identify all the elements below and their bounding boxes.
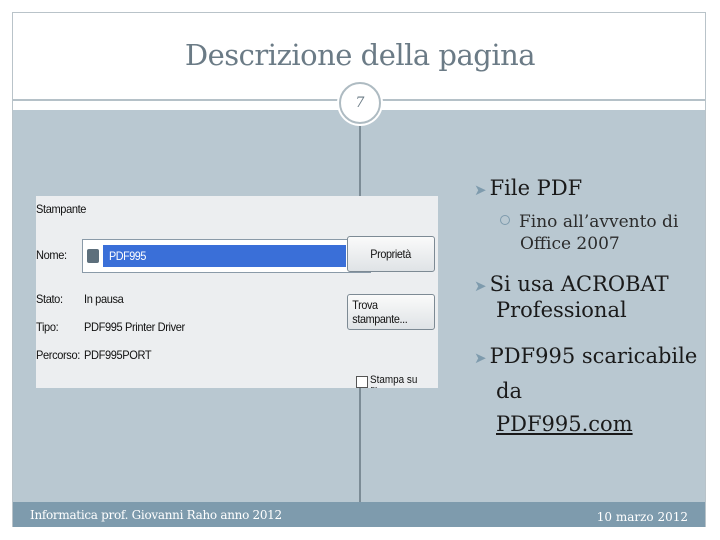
status-label: Stato:	[36, 292, 63, 306]
name-label: Nome:	[36, 248, 67, 262]
printer-select[interactable]: PDF995 ▼	[82, 239, 386, 273]
print-to-file-checkbox[interactable]	[356, 376, 368, 388]
arrow-bullet-icon: ➤	[474, 181, 487, 199]
find-printer-button-label: Trova stampante...	[352, 298, 408, 326]
bullet-text: Si usa ACROBAT Professional	[489, 272, 669, 322]
pdf995-link[interactable]: PDF995.com	[496, 412, 633, 436]
printer-select-value: PDF995	[109, 249, 146, 263]
printer-section-label: Stampante	[36, 202, 87, 216]
bullet-pdf995: ➤ PDF995 scaricabile da PDF995.com	[474, 340, 716, 441]
bullet-text: PDF995 scaricabile da	[489, 344, 698, 403]
path-label: Percorso:	[36, 348, 80, 362]
type-label: Tipo:	[36, 320, 59, 334]
properties-button[interactable]: Proprietà	[347, 236, 435, 272]
print-dialog-screenshot: Stampante Nome: PDF995 ▼ Proprietà Stato…	[36, 196, 438, 388]
bullet-acrobat: ➤ Si usa ACROBAT Professional	[474, 272, 716, 322]
circle-bullet-icon	[500, 215, 510, 225]
footer-date: 10 marzo 2012	[596, 510, 688, 524]
printer-icon	[87, 249, 99, 263]
arrow-bullet-icon: ➤	[474, 277, 487, 295]
properties-button-label: Proprietà	[370, 247, 412, 261]
find-printer-button[interactable]: Trova stampante...	[347, 294, 435, 330]
page-number-badge: 7	[339, 82, 381, 124]
print-to-file-label: Stampa su file	[370, 374, 418, 388]
page-number: 7	[355, 95, 365, 111]
bullet-file-pdf: ➤ File PDF	[474, 176, 582, 202]
type-value: PDF995 Printer Driver	[84, 320, 185, 334]
bullet-text: File PDF	[489, 176, 583, 200]
arrow-bullet-icon: ➤	[474, 349, 487, 367]
sub-bullet-text: Fino all’avvento di Office 2007	[519, 212, 679, 254]
slide-title: Descrizione della pagina	[184, 38, 536, 72]
path-value: PDF995PORT	[84, 348, 152, 362]
sub-bullet-office: Fino all’avvento di Office 2007	[500, 211, 700, 255]
footer-author: Informatica prof. Giovanni Raho anno 201…	[30, 508, 282, 522]
status-value: In pausa	[84, 292, 124, 306]
